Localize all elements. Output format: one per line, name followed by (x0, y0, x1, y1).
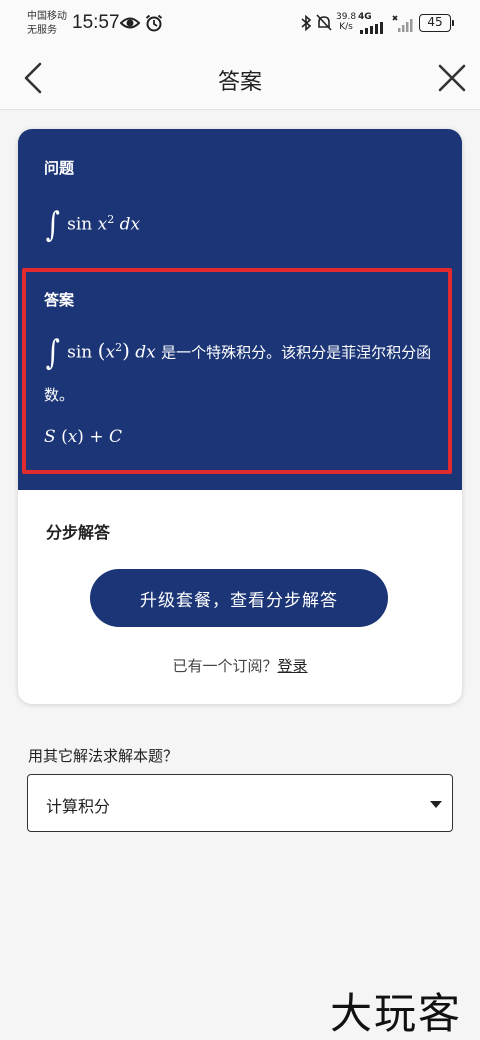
clock: 15:57 (72, 12, 120, 33)
app-header: 答案 (0, 46, 480, 110)
network-type: 4G (358, 12, 372, 22)
answer-explanation: 是一个特殊积分。该积分是菲涅尔积分函 (161, 343, 432, 362)
battery-indicator: 45 (419, 14, 454, 32)
carrier-name: 中国移动 (27, 11, 67, 22)
answer-expression: ∫ sin (x2) dx 是一个特殊积分。该积分是菲涅尔积分函 (45, 333, 432, 373)
method-dropdown-value: 计算积分 (46, 797, 111, 816)
eye-icon (120, 17, 140, 29)
other-methods-title: 用其它解法求解本题？ (28, 747, 179, 765)
close-button[interactable] (436, 62, 468, 94)
steps-title: 分步解答 (46, 523, 111, 542)
page-title: 答案 (217, 70, 262, 95)
network-speed-unit: K/s (339, 22, 353, 32)
question-expression: ∫ sin x2 dx (45, 205, 141, 245)
caret-down-icon (430, 801, 442, 808)
login-prompt: 已有一个订阅？ (172, 657, 278, 675)
solution-panel: 问题 ∫ sin x2 dx 答案 ∫ sin (x2) dx 是一个特殊积分。… (18, 129, 462, 490)
question-label: 问题 (44, 159, 75, 177)
upgrade-plan-button[interactable]: 升级套餐，查看分步解答 (90, 569, 388, 627)
carrier-service: 无服务 (27, 25, 57, 36)
no-signal-icon (392, 15, 413, 32)
alarm-icon (145, 14, 163, 32)
answer-card: 问题 ∫ sin x2 dx 答案 ∫ sin (x2) dx 是一个特殊积分。… (18, 129, 462, 704)
mute-bell-icon (316, 14, 332, 31)
network-speed-value: 39.8 (336, 12, 357, 22)
watermark-logo: 大玩客 (330, 989, 463, 1038)
signal-icon (360, 22, 383, 34)
method-dropdown[interactable]: 计算积分 (27, 774, 453, 832)
answer-label: 答案 (44, 291, 75, 309)
login-row: 已有一个订阅？登录 (18, 655, 462, 676)
bluetooth-icon (301, 14, 312, 32)
login-link[interactable]: 登录 (278, 657, 308, 675)
network-speed: 39.8 K/s (336, 12, 356, 32)
status-bar: 中国移动 无服务 15:57 39.8 K/s 4G 45 (0, 0, 480, 46)
answer-result: S (x) + C (44, 427, 123, 447)
close-icon (438, 64, 466, 92)
carrier-info: 中国移动 无服务 (27, 10, 67, 38)
answer-explanation-continued: 数。 (44, 386, 75, 404)
